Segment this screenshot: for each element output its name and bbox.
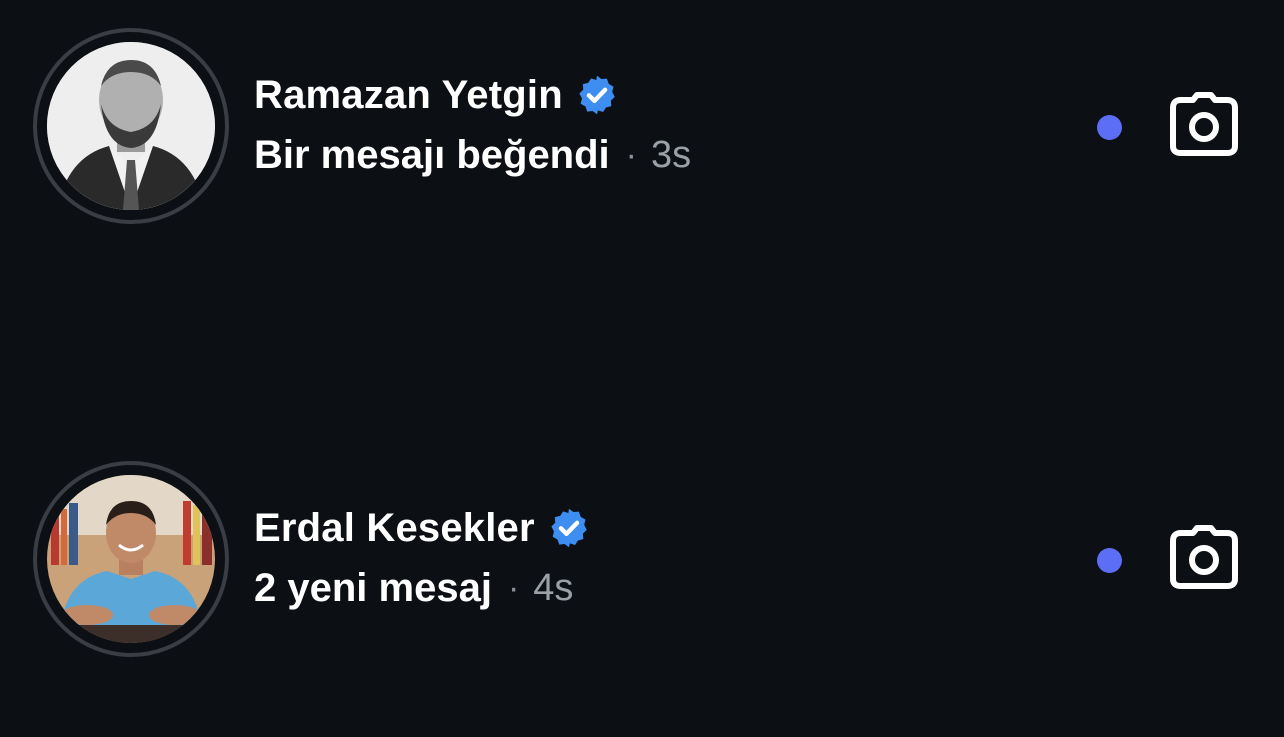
separator: ·	[625, 135, 637, 174]
message-preview-row: Bir mesajı beğendi · 3s	[254, 129, 691, 181]
separator: ·	[507, 568, 520, 607]
name-row: Erdal Kesekler	[254, 502, 591, 554]
thread-row[interactable]: Ramazan Yetgin Bir mesajı beğendi · 3s	[0, 25, 1284, 225]
message-preview: Bir mesajı beğendi	[254, 132, 610, 177]
verified-badge-icon	[579, 75, 615, 115]
message-preview: 2 yeni mesaj	[254, 565, 492, 610]
verified-badge-icon	[551, 508, 587, 548]
timestamp: 3s	[651, 133, 692, 176]
camera-icon	[1170, 92, 1238, 156]
avatar-photo	[47, 475, 215, 643]
camera-icon	[1170, 525, 1238, 589]
camera-button[interactable]	[1166, 89, 1242, 159]
avatar	[47, 475, 215, 643]
avatar-story-ring[interactable]	[33, 461, 229, 657]
timestamp: 4s	[533, 566, 574, 609]
name-row: Ramazan Yetgin	[254, 69, 619, 121]
contact-name: Ramazan Yetgin	[254, 72, 563, 117]
avatar-photo	[47, 42, 215, 210]
unread-indicator	[1097, 548, 1122, 573]
message-preview-row: 2 yeni mesaj · 4s	[254, 562, 573, 614]
avatar	[47, 42, 215, 210]
contact-name: Erdal Kesekler	[254, 505, 535, 550]
unread-indicator	[1097, 115, 1122, 140]
avatar-story-ring[interactable]	[33, 28, 229, 224]
camera-button[interactable]	[1166, 522, 1242, 592]
thread-row[interactable]: Erdal Kesekler 2 yeni mesaj · 4s	[0, 458, 1284, 658]
